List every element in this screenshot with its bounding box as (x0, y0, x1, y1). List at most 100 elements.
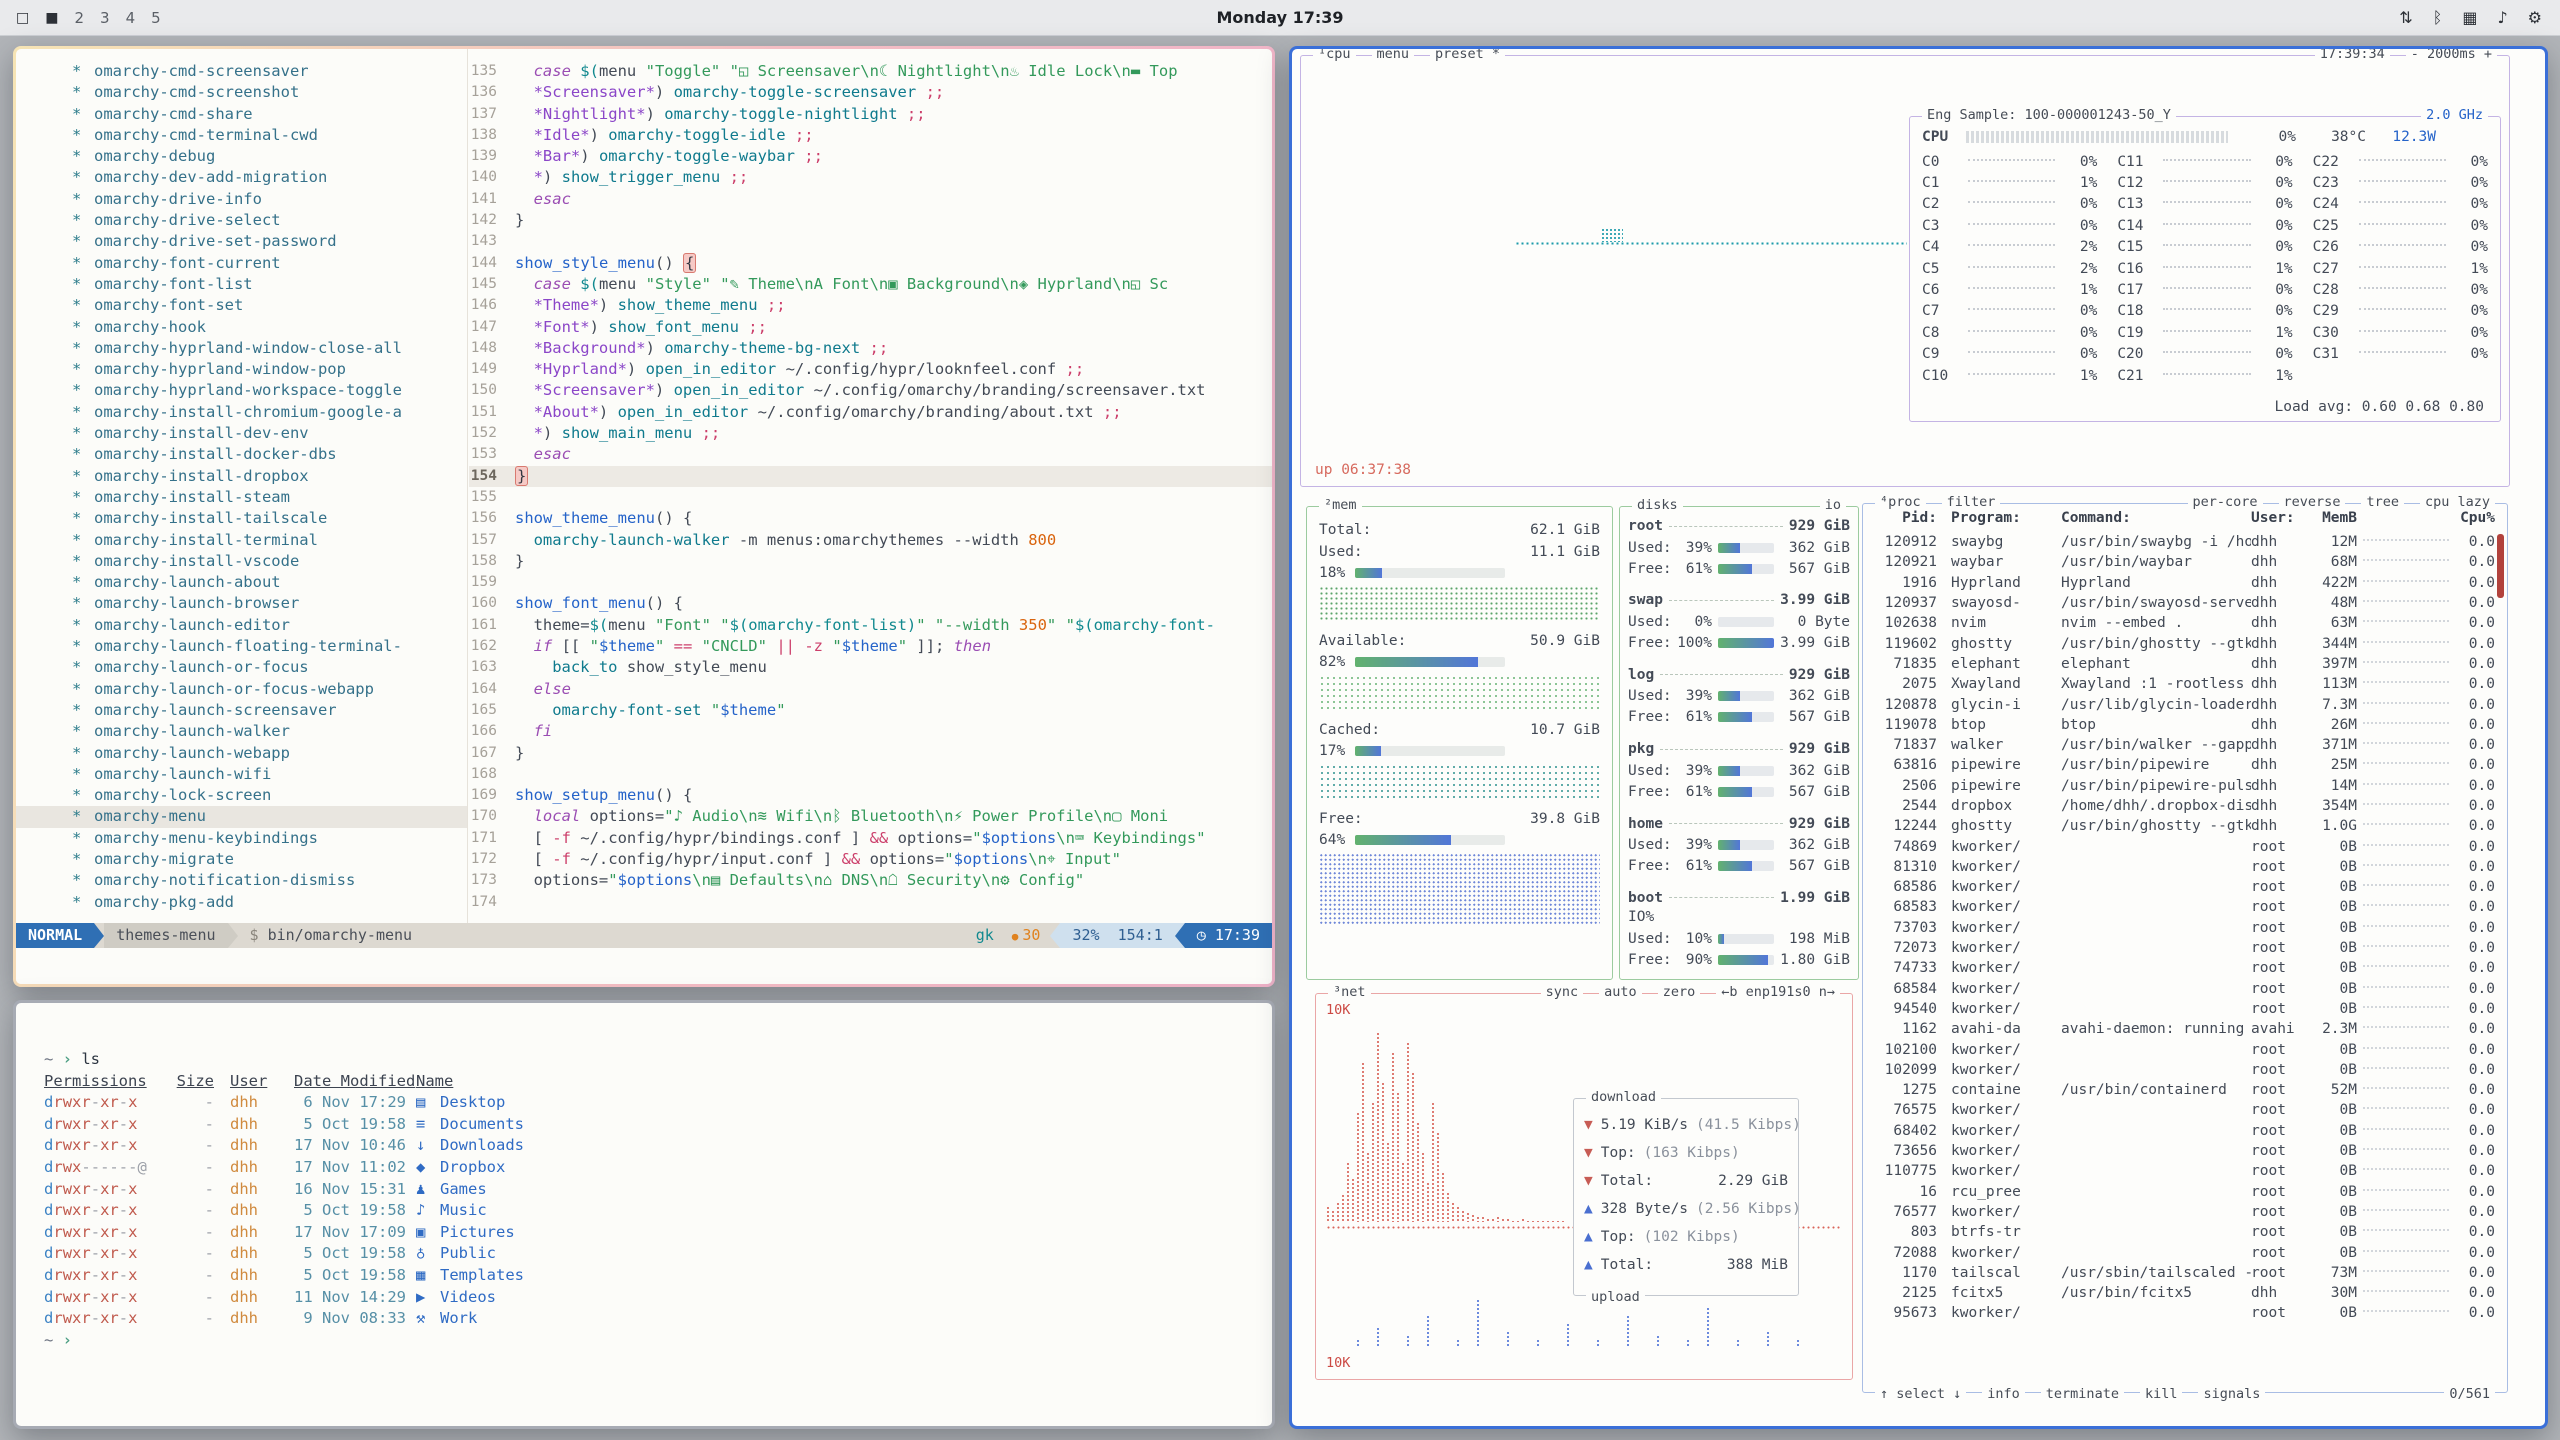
net-chip-0[interactable]: sync (1541, 984, 1584, 1000)
git-branch[interactable]: themes-menu (104, 923, 227, 948)
file-list[interactable]: *omarchy-cmd-screensaver*omarchy-cmd-scr… (16, 49, 468, 923)
memory-panel-title[interactable]: ²mem (1319, 497, 1362, 513)
file-item[interactable]: *omarchy-launch-or-focus-webapp (16, 679, 467, 700)
process-row[interactable]: 1916HyprlandHyprlanddhh422M0.0 (1863, 573, 2507, 593)
process-row[interactable]: 2506pipewire/usr/bin/pipewire-pulsedhh14… (1863, 776, 2507, 796)
file-item[interactable]: *omarchy-hyprland-window-pop (16, 359, 467, 380)
file-item[interactable]: *omarchy-hook (16, 317, 467, 338)
proc-footer-4[interactable]: signals (2198, 1386, 2265, 1402)
process-row[interactable]: 102100kworker/root0B0.0 (1863, 1039, 2507, 1059)
process-row[interactable]: 68402kworker/root0B0.0 (1863, 1121, 2507, 1141)
file-item[interactable]: *omarchy-debug (16, 146, 467, 167)
process-panel-menu[interactable]: ⁴proc filter (1875, 494, 2000, 510)
file-item[interactable]: *omarchy-hyprland-workspace-toggle (16, 380, 467, 401)
net-chip-2[interactable]: zero (1658, 984, 1701, 1000)
net-chip-3[interactable]: ←b enp191s0 n→ (1716, 984, 1840, 1000)
file-item[interactable]: *omarchy-launch-editor (16, 615, 467, 636)
process-row[interactable]: 120921waybar/usr/bin/waybardhh68M0.0 (1863, 552, 2507, 572)
file-item[interactable]: *omarchy-pkg-add (16, 892, 467, 913)
process-row[interactable]: 119602ghostty/usr/bin/ghostty --gtk-dhh3… (1863, 633, 2507, 653)
proc-footer-1[interactable]: info (1982, 1386, 2025, 1402)
shell-prompt[interactable]: ~ › (44, 1330, 1272, 1352)
process-panel-footer[interactable]: ↑ select ↓ info terminate kill signals (1875, 1386, 2265, 1402)
file-item[interactable]: *omarchy-launch-floating-terminal- (16, 636, 467, 657)
process-row[interactable]: 68586kworker/root0B0.0 (1863, 877, 2507, 897)
process-row[interactable]: 102099kworker/root0B0.0 (1863, 1060, 2507, 1080)
file-item[interactable]: *omarchy-dev-add-migration (16, 167, 467, 188)
cpu-chip-1[interactable]: menu (1372, 49, 1415, 62)
io-mode-toggle[interactable]: io (1820, 497, 1846, 513)
file-item[interactable]: *omarchy-cmd-share (16, 104, 467, 125)
process-row[interactable]: 71835elephantelephantdhh397M0.0 (1863, 654, 2507, 674)
file-item[interactable]: *omarchy-install-tailscale (16, 508, 467, 529)
process-row[interactable]: 72073kworker/root0B0.0 (1863, 938, 2507, 958)
file-item[interactable]: *omarchy-install-dev-env (16, 423, 467, 444)
process-row[interactable]: 95673kworker/root0B0.0 (1863, 1303, 2507, 1323)
process-scrollbar-thumb[interactable] (2497, 534, 2504, 598)
network-panel-controls[interactable]: sync auto zero ←b enp191s0 n→ (1541, 984, 1840, 1000)
process-row[interactable]: 74733kworker/root0B0.0 (1863, 958, 2507, 978)
process-row[interactable]: 63816pipewire/usr/bin/pipewiredhh25M0.0 (1863, 755, 2507, 775)
process-row[interactable]: 803btrfs-trroot0B0.0 (1863, 1222, 2507, 1242)
process-row[interactable]: 2544dropbox/home/dhh/.dropbox-distdhh354… (1863, 796, 2507, 816)
file-item[interactable]: *omarchy-launch-about (16, 572, 467, 593)
proc-footer-0[interactable]: ↑ select ↓ (1875, 1386, 1966, 1402)
terminal-output[interactable]: ~ › lsPermissionsSizeUserDate ModifiedNa… (16, 1003, 1272, 1426)
process-row[interactable]: 12244ghostty/usr/bin/ghostty --gtk-dhh1.… (1863, 816, 2507, 836)
file-item[interactable]: *omarchy-menu-keybindings (16, 828, 467, 849)
process-row[interactable]: 72088kworker/root0B0.0 (1863, 1242, 2507, 1262)
file-item[interactable]: *omarchy-launch-screensaver (16, 700, 467, 721)
proc-chip-1[interactable]: filter (1942, 494, 2001, 510)
proc-footer-3[interactable]: kill (2140, 1386, 2183, 1402)
process-row[interactable]: 74869kworker/root0B0.0 (1863, 836, 2507, 856)
cpu-chip-0[interactable]: ¹cpu (1313, 49, 1356, 62)
process-row[interactable]: 2075XwaylandXwayland :1 -rootless -dhh11… (1863, 674, 2507, 694)
file-item[interactable]: *omarchy-launch-webapp (16, 743, 467, 764)
process-row[interactable]: 16rcu_preeroot0B0.0 (1863, 1182, 2507, 1202)
editor-window[interactable]: *omarchy-cmd-screensaver*omarchy-cmd-scr… (13, 46, 1275, 987)
file-item[interactable]: *omarchy-install-steam (16, 487, 467, 508)
process-row[interactable]: 94540kworker/root0B0.0 (1863, 999, 2507, 1019)
cpu-panel-controls[interactable]: 17:39:34 - 2000ms + (2315, 49, 2497, 62)
file-item[interactable]: *omarchy-drive-set-password (16, 231, 467, 252)
file-item[interactable]: *omarchy-launch-wifi (16, 764, 467, 785)
process-row[interactable]: 1275containe/usr/bin/containerdroot52M0.… (1863, 1080, 2507, 1100)
file-item[interactable]: *omarchy-menu (16, 806, 467, 827)
network-panel-title[interactable]: ³net (1328, 984, 1371, 1000)
net-chip-1[interactable]: auto (1599, 984, 1642, 1000)
process-row[interactable]: 68583kworker/root0B0.0 (1863, 897, 2507, 917)
process-row[interactable]: 1170tailscal/usr/sbin/tailscaled --root7… (1863, 1263, 2507, 1283)
process-row[interactable]: 71837walker/usr/bin/walker --gappldhh371… (1863, 735, 2507, 755)
file-item[interactable]: *omarchy-cmd-screensaver (16, 61, 467, 82)
file-item[interactable]: *omarchy-install-chromium-google-a (16, 402, 467, 423)
terminal-window[interactable]: ~ › lsPermissionsSizeUserDate ModifiedNa… (13, 1000, 1275, 1429)
proc-option-2[interactable]: tree (2361, 494, 2404, 510)
file-item[interactable]: *omarchy-font-current (16, 253, 467, 274)
process-row[interactable]: 76575kworker/root0B0.0 (1863, 1100, 2507, 1120)
process-row[interactable]: 76577kworker/root0B0.0 (1863, 1202, 2507, 1222)
cpu-panel-menu[interactable]: ¹cpu menu preset * (1313, 49, 1505, 62)
process-row[interactable]: 73703kworker/root0B0.0 (1863, 918, 2507, 938)
refresh-interval-control[interactable]: - 2000ms + (2406, 49, 2497, 62)
process-row[interactable]: 81310kworker/root0B0.0 (1863, 857, 2507, 877)
proc-option-3[interactable]: cpu lazy (2420, 494, 2495, 510)
process-row[interactable]: 2125fcitx5/usr/bin/fcitx5dhh30M0.0 (1863, 1283, 2507, 1303)
proc-chip-0[interactable]: ⁴proc (1875, 494, 1926, 510)
cpu-chip-2[interactable]: preset * (1430, 49, 1505, 62)
file-item[interactable]: *omarchy-install-docker-dbs (16, 444, 467, 465)
process-row[interactable]: 1162avahi-daavahi-daemon: running [avahi… (1863, 1019, 2507, 1039)
file-item[interactable]: *omarchy-cmd-terminal-cwd (16, 125, 467, 146)
process-row[interactable]: 68584kworker/root0B0.0 (1863, 979, 2507, 999)
file-item[interactable]: *omarchy-migrate (16, 849, 467, 870)
disks-panel-title[interactable]: disks (1632, 497, 1683, 513)
file-item[interactable]: *omarchy-hyprland-window-close-all (16, 338, 467, 359)
process-panel-options[interactable]: per-corereversetreecpu lazy (2188, 494, 2495, 510)
file-item[interactable]: *omarchy-launch-browser (16, 593, 467, 614)
file-item[interactable]: *omarchy-notification-dismiss (16, 870, 467, 891)
process-row[interactable]: 102638nvimnvim --embed .dhh63M0.0 (1863, 613, 2507, 633)
file-item[interactable]: *omarchy-font-set (16, 295, 467, 316)
file-item[interactable]: *omarchy-install-terminal (16, 530, 467, 551)
file-item[interactable]: *omarchy-install-vscode (16, 551, 467, 572)
proc-footer-2[interactable]: terminate (2041, 1386, 2124, 1402)
command-line[interactable] (16, 948, 1272, 984)
